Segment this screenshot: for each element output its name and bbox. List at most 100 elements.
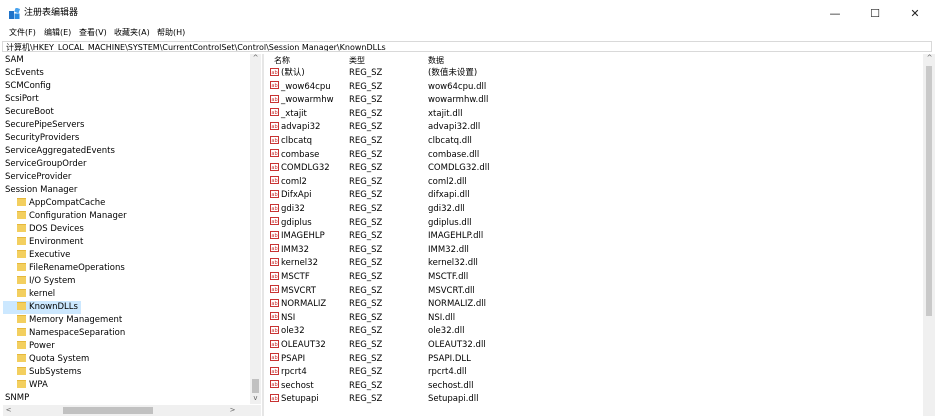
address-bar[interactable]: 计算机\HKEY_LOCAL_MACHINE\SYSTEM\CurrentCon… xyxy=(2,41,932,52)
values-vertical-scrollbar[interactable]: ^ xyxy=(923,54,935,416)
tree-item-label: Executive xyxy=(29,250,71,260)
value-data: MSCTF.dll xyxy=(428,272,469,282)
column-header-name[interactable]: 名称 xyxy=(274,54,290,67)
value-row[interactable]: ab DifxApi REG_SZ difxapi.dll xyxy=(264,189,924,202)
tree-horizontal-scroll-thumb[interactable] xyxy=(63,407,153,414)
value-row[interactable]: ab kernel32 REG_SZ kernel32.dll xyxy=(264,257,924,270)
value-type: REG_SZ xyxy=(349,108,383,119)
values-pane[interactable]: 名称 类型 数据 ab (默认) REG_SZ (数值未设置) ab _wow64cpu R… xyxy=(264,54,935,416)
tree-item[interactable]: AppCompatCache xyxy=(3,197,108,210)
string-value-icon: ab xyxy=(270,312,279,321)
value-row[interactable]: ab rpcrt4 REG_SZ rpcrt4.dll xyxy=(264,366,924,379)
tree-item[interactable]: Quota System xyxy=(3,353,92,366)
tree-item[interactable]: SubSystems xyxy=(3,366,84,379)
value-row[interactable]: ab NSI REG_SZ NSI.dll xyxy=(264,312,924,325)
tree-item[interactable]: I/O System xyxy=(3,275,78,288)
tree-item[interactable]: Power xyxy=(3,340,58,353)
tree-vertical-scrollbar[interactable]: ^ v xyxy=(250,54,261,404)
menu-edit[interactable]: 编辑(E) xyxy=(44,26,71,39)
value-row[interactable]: ab gdiplus REG_SZ gdiplus.dll xyxy=(264,217,924,230)
scroll-right-icon[interactable]: > xyxy=(227,406,238,415)
tree-item-label: SubSystems xyxy=(29,367,82,377)
tree-item[interactable]: SecurePipeServers xyxy=(3,119,87,132)
minimize-button[interactable]: — xyxy=(815,0,855,26)
tree-horizontal-scrollbar[interactable]: < > xyxy=(3,405,261,416)
value-row[interactable]: ab clbcatq REG_SZ clbcatq.dll xyxy=(264,135,924,148)
value-row[interactable]: ab _wowarmhw REG_SZ wowarmhw.dll xyxy=(264,94,924,107)
value-row[interactable]: ab Setupapi REG_SZ Setupapi.dll xyxy=(264,393,924,406)
tree-item[interactable]: Executive xyxy=(3,249,73,262)
string-value-icon: ab xyxy=(270,81,279,90)
scroll-down-icon[interactable]: v xyxy=(250,394,261,403)
value-type: REG_SZ xyxy=(349,285,383,296)
tree-item[interactable]: KnownDLLs xyxy=(3,301,81,314)
tree-item[interactable]: ServiceProvider xyxy=(3,171,74,184)
tree-item[interactable]: SNMP xyxy=(3,392,32,404)
value-type: REG_SZ xyxy=(349,380,383,391)
string-value-icon: ab xyxy=(270,271,279,280)
tree-item[interactable]: Session Manager xyxy=(3,184,80,197)
menu-view[interactable]: 查看(V) xyxy=(79,26,107,39)
value-name: kernel32 xyxy=(281,258,318,269)
key-tree-pane[interactable]: SAM ScEvents SCMConfig ScsiPort SecureBoot Se… xyxy=(3,54,261,416)
scroll-up-icon[interactable]: ^ xyxy=(250,54,261,63)
value-row[interactable]: ab sechost REG_SZ sechost.dll xyxy=(264,380,924,393)
tree-item[interactable]: Environment xyxy=(3,236,86,249)
value-row[interactable]: ab IMM32 REG_SZ IMM32.dll xyxy=(264,244,924,257)
value-row[interactable]: ab COMDLG32 REG_SZ COMDLG32.dll xyxy=(264,162,924,175)
tree-item[interactable]: Configuration Manager xyxy=(3,210,130,223)
column-header-type[interactable]: 类型 xyxy=(349,54,365,67)
value-row[interactable]: ab ole32 REG_SZ ole32.dll xyxy=(264,325,924,338)
value-name-cell: ab Setupapi xyxy=(270,393,319,406)
value-row[interactable]: ab NORMALIZ REG_SZ NORMALIZ.dll xyxy=(264,298,924,311)
values-scroll-up-icon[interactable]: ^ xyxy=(924,54,935,63)
value-row[interactable]: ab gdi32 REG_SZ gdi32.dll xyxy=(264,203,924,216)
column-header-data[interactable]: 数据 xyxy=(428,54,444,67)
tree-item[interactable]: SCMConfig xyxy=(3,80,54,93)
menu-bar: 文件(F) 编辑(E) 查看(V) 收藏夹(A) 帮助(H) xyxy=(0,26,935,39)
tree-item[interactable]: ScsiPort xyxy=(3,93,42,106)
tree-vertical-scroll-thumb[interactable] xyxy=(252,379,259,393)
tree-item[interactable]: SecurityProviders xyxy=(3,132,82,145)
value-name-cell: ab DifxApi xyxy=(270,189,312,202)
tree-item[interactable]: NamespaceSeparation xyxy=(3,327,128,340)
value-row[interactable]: ab _wow64cpu REG_SZ wow64cpu.dll xyxy=(264,81,924,94)
folder-icon xyxy=(17,314,26,323)
value-row[interactable]: ab OLEAUT32 REG_SZ OLEAUT32.dll xyxy=(264,339,924,352)
value-data: gdi32.dll xyxy=(428,204,465,214)
value-type: REG_SZ xyxy=(349,204,383,214)
value-type: REG_SZ xyxy=(349,299,383,310)
tree-item[interactable]: DOS Devices xyxy=(3,223,87,236)
value-row[interactable]: ab MSVCRT REG_SZ MSVCRT.dll xyxy=(264,285,924,298)
key-tree[interactable]: SAM ScEvents SCMConfig ScsiPort SecureBoot Se… xyxy=(3,54,249,404)
value-name: (默认) xyxy=(281,68,305,78)
menu-favorites[interactable]: 收藏夹(A) xyxy=(114,26,150,39)
menu-help[interactable]: 帮助(H) xyxy=(157,26,185,39)
tree-item[interactable]: Memory Management xyxy=(3,314,125,327)
value-row[interactable]: ab advapi32 REG_SZ advapi32.dll xyxy=(264,121,924,134)
value-row[interactable]: ab (默认) REG_SZ (数值未设置) xyxy=(264,67,924,80)
value-name-cell: ab sechost xyxy=(270,380,314,393)
scroll-left-icon[interactable]: < xyxy=(3,406,14,415)
tree-item[interactable]: SAM xyxy=(3,54,27,67)
tree-item[interactable]: ServiceAggregatedEvents xyxy=(3,145,118,158)
tree-item[interactable]: ServiceGroupOrder xyxy=(3,158,89,171)
value-row[interactable]: ab _xtajit REG_SZ xtajit.dll xyxy=(264,108,924,121)
menu-file[interactable]: 文件(F) xyxy=(9,26,36,39)
value-row[interactable]: ab IMAGEHLP REG_SZ IMAGEHLP.dll xyxy=(264,230,924,243)
value-row[interactable]: ab coml2 REG_SZ coml2.dll xyxy=(264,176,924,189)
value-row[interactable]: ab combase REG_SZ combase.dll xyxy=(264,149,924,162)
maximize-button[interactable]: ☐ xyxy=(855,0,895,26)
value-row[interactable]: ab MSCTF REG_SZ MSCTF.dll xyxy=(264,271,924,284)
close-button[interactable]: ✕ xyxy=(895,0,935,26)
value-name-cell: ab PSAPI xyxy=(270,353,305,366)
string-value-icon: ab xyxy=(270,149,279,158)
tree-item[interactable]: FileRenameOperations xyxy=(3,262,128,275)
tree-item[interactable]: kernel xyxy=(3,288,58,301)
tree-item[interactable]: ScEvents xyxy=(3,67,47,80)
value-row[interactable]: ab PSAPI REG_SZ PSAPI.DLL xyxy=(264,353,924,366)
values-vertical-scroll-thumb[interactable] xyxy=(926,66,932,316)
tree-item-label: FileRenameOperations xyxy=(29,263,125,273)
tree-item[interactable]: WPA xyxy=(3,379,51,392)
tree-item[interactable]: SecureBoot xyxy=(3,106,57,119)
